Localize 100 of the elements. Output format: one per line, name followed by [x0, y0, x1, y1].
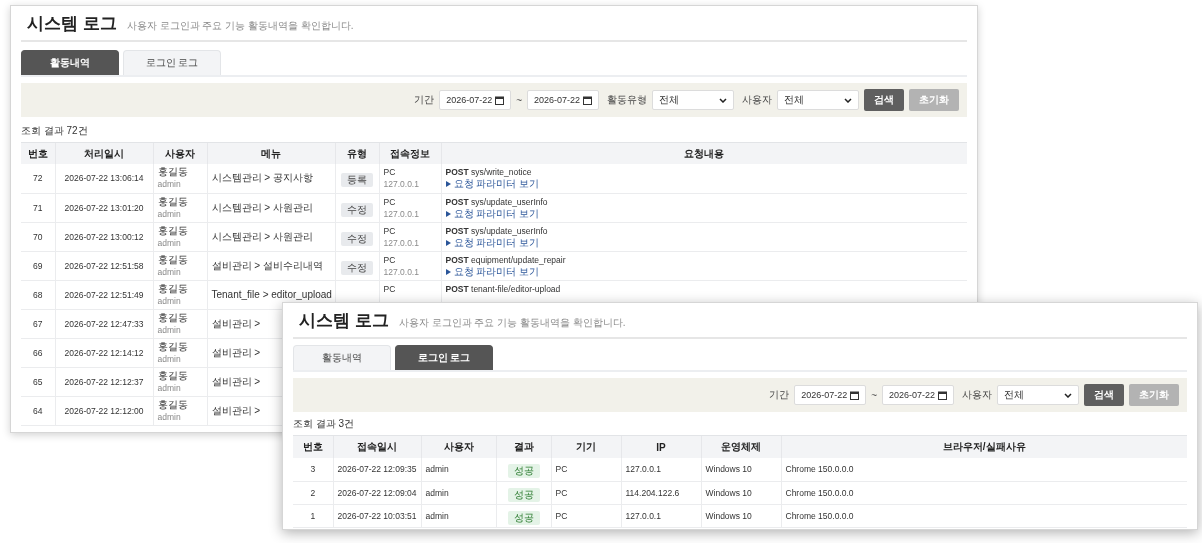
calendar-icon[interactable]: [850, 390, 860, 400]
select-field[interactable]: 전체: [997, 385, 1079, 405]
tab[interactable]: 로그인 로그: [123, 50, 221, 75]
user-id: admin: [157, 381, 181, 394]
select-field[interactable]: 전체: [652, 90, 734, 110]
request-line: POST tenant-file/editor-upload: [445, 282, 561, 295]
ip-text: 127.0.0.1: [383, 178, 419, 191]
request-line: POST sys/write_notice: [445, 166, 532, 179]
request-line: POST sys/update_userInfo: [445, 195, 548, 208]
user-name: 홍길동: [157, 369, 188, 382]
table-cell: 2026-07-22 12:12:37: [55, 367, 153, 396]
date-field[interactable]: 2026-07-22: [527, 90, 599, 110]
result-badge: 성공: [507, 510, 540, 525]
chevron-down-icon: [719, 97, 727, 103]
user-name: 홍길동: [157, 340, 188, 353]
calendar-icon[interactable]: [583, 95, 592, 105]
parameter-link[interactable]: 요청 파라미터 보기: [445, 265, 540, 278]
device-text: PC: [383, 195, 396, 208]
tab[interactable]: 활동내역: [293, 345, 391, 370]
search-button[interactable]: 검색: [864, 89, 904, 111]
column-header: 번호: [21, 142, 55, 164]
table-cell: PC: [551, 481, 621, 504]
range-separator: ~: [516, 94, 522, 106]
range-separator: ~: [871, 389, 877, 401]
parameter-link[interactable]: 요청 파라미터 보기: [445, 236, 540, 249]
tab[interactable]: 로그인 로그: [395, 345, 493, 370]
column-header: 접속정보: [379, 142, 441, 164]
table-cell: 2026-07-22 12:09:04: [333, 481, 421, 504]
user-id: admin: [157, 294, 181, 307]
date-field[interactable]: 2026-07-22: [794, 385, 867, 405]
select-field[interactable]: 전체: [777, 90, 859, 110]
table-cell: 2026-07-22 13:00:12: [55, 222, 153, 251]
parameter-link[interactable]: 요청 파라미터 보기: [445, 207, 540, 220]
user-id: admin: [157, 323, 181, 336]
table-cell: Chrome 150.0.0.0: [781, 481, 1187, 504]
table-cell: PC: [551, 458, 621, 481]
user-name: 홍길동: [157, 311, 188, 324]
column-header: 브라우저/실패사유: [781, 435, 1187, 458]
caret-icon: [445, 210, 451, 217]
filter-label: 기간: [414, 93, 435, 107]
table-cell: 시스템관리 > 공지사항: [207, 164, 335, 193]
table-cell: 2026-07-22 12:51:58: [55, 251, 153, 280]
column-header: 접속일시: [333, 435, 421, 458]
parameter-link[interactable]: 요청 파라미터 보기: [445, 178, 540, 191]
table-cell: Windows 10: [701, 458, 781, 481]
device-text: PC: [383, 166, 396, 179]
calendar-icon[interactable]: [938, 390, 947, 400]
type-badge: 수정: [341, 231, 373, 246]
device-text: PC: [383, 282, 396, 295]
column-header: 운영체제: [701, 435, 781, 458]
table-cell: 65: [21, 367, 55, 396]
filter-label: 기간: [769, 388, 790, 402]
caret-icon: [445, 181, 451, 188]
device-text: PC: [383, 224, 396, 237]
user-name: 홍길동: [157, 282, 188, 295]
user-id: admin: [157, 178, 181, 191]
table-cell: 2026-07-22 13:01:20: [55, 193, 153, 222]
table-cell: 1: [293, 504, 333, 527]
tab[interactable]: 활동내역: [21, 50, 119, 75]
user-id: admin: [157, 352, 181, 365]
device-text: PC: [383, 253, 396, 266]
ip-text: 127.0.0.1: [383, 207, 419, 220]
page-subtitle: 사용자 로그인과 주요 기능 활동내역을 확인합니다.: [398, 316, 626, 330]
table-cell: 3: [293, 458, 333, 481]
date-field[interactable]: 2026-07-22: [882, 385, 954, 405]
table-cell: 64: [21, 396, 55, 425]
table-cell: 127.0.0.1: [621, 458, 701, 481]
table-cell: 2026-07-22 13:06:14: [55, 164, 153, 193]
table-cell: 2026-07-22 12:47:33: [55, 309, 153, 338]
table-cell: admin: [421, 458, 496, 481]
chevron-down-icon: [1064, 392, 1072, 398]
table-cell: PC: [551, 504, 621, 527]
filter-label: 사용자: [742, 93, 772, 107]
table-cell: 2026-07-22 12:09:35: [333, 458, 421, 481]
user-name: 홍길동: [157, 166, 188, 179]
page-subtitle: 사용자 로그인과 주요 기능 활동내역을 확인합니다.: [126, 19, 354, 33]
table-cell: admin: [421, 481, 496, 504]
column-header: 사용자: [153, 142, 207, 164]
result-count: 조회 결과 72건: [21, 124, 89, 138]
user-id: admin: [157, 410, 181, 423]
table-cell: 70: [21, 222, 55, 251]
table-cell: Chrome 150.0.0.0: [781, 458, 1187, 481]
column-header: IP: [621, 435, 701, 458]
type-badge: 등록: [341, 173, 373, 188]
user-id: admin: [157, 207, 181, 220]
column-header: 결과: [496, 435, 551, 458]
page-title: 시스템 로그: [27, 13, 117, 35]
table-cell: 설비관리 > 설비수리내역: [207, 251, 335, 280]
calendar-icon[interactable]: [495, 95, 505, 105]
ip-text: 127.0.0.1: [383, 236, 419, 249]
caret-icon: [445, 239, 451, 246]
result-badge: 성공: [507, 487, 540, 502]
column-header: 사용자: [421, 435, 496, 458]
search-button[interactable]: 검색: [1084, 384, 1124, 406]
date-field[interactable]: 2026-07-22: [439, 90, 512, 110]
table-cell: admin: [421, 504, 496, 527]
user-id: admin: [157, 236, 181, 249]
table-cell: 2026-07-22 12:14:12: [55, 338, 153, 367]
user-name: 홍길동: [157, 224, 188, 237]
table-cell: 71: [21, 193, 55, 222]
